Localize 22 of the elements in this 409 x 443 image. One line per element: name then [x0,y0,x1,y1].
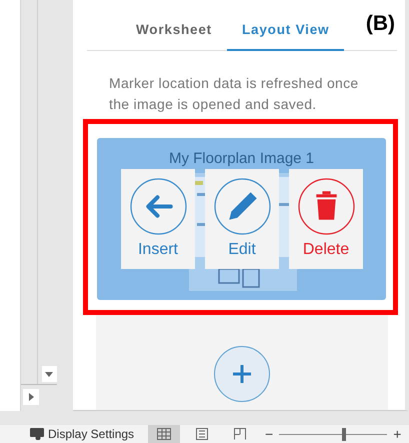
tab[interactable]: Worksheet [121,10,227,51]
normal-view-icon[interactable] [148,425,180,443]
insert-button[interactable]: Insert [121,169,195,269]
zoom-out-button[interactable]: − [262,426,276,442]
edit-button[interactable]: Edit [205,169,279,269]
pencil-icon [214,178,270,235]
info-text: Marker location data is refreshed once the image is opened and saved. [109,74,360,114]
zoom-in-button[interactable]: + [390,426,404,442]
expand-button[interactable] [23,389,39,405]
display-settings-button[interactable]: Display Settings [30,427,134,441]
delete-button[interactable]: Delete [289,169,363,269]
image-card[interactable]: My Floorplan Image 1 Insert Edit Delete [97,138,386,300]
trash-icon [298,178,354,235]
image-title: My Floorplan Image 1 [168,150,314,167]
right-arrow-icon [28,393,34,401]
down-arrow-icon [45,372,54,376]
monitor-gear-icon [30,428,46,440]
arrow-left-icon [130,178,186,235]
annotation-label: (B) [366,12,395,36]
scroll-down-button[interactable] [42,366,57,382]
tab[interactable]: Layout View [226,10,344,51]
plus-icon [231,362,253,384]
